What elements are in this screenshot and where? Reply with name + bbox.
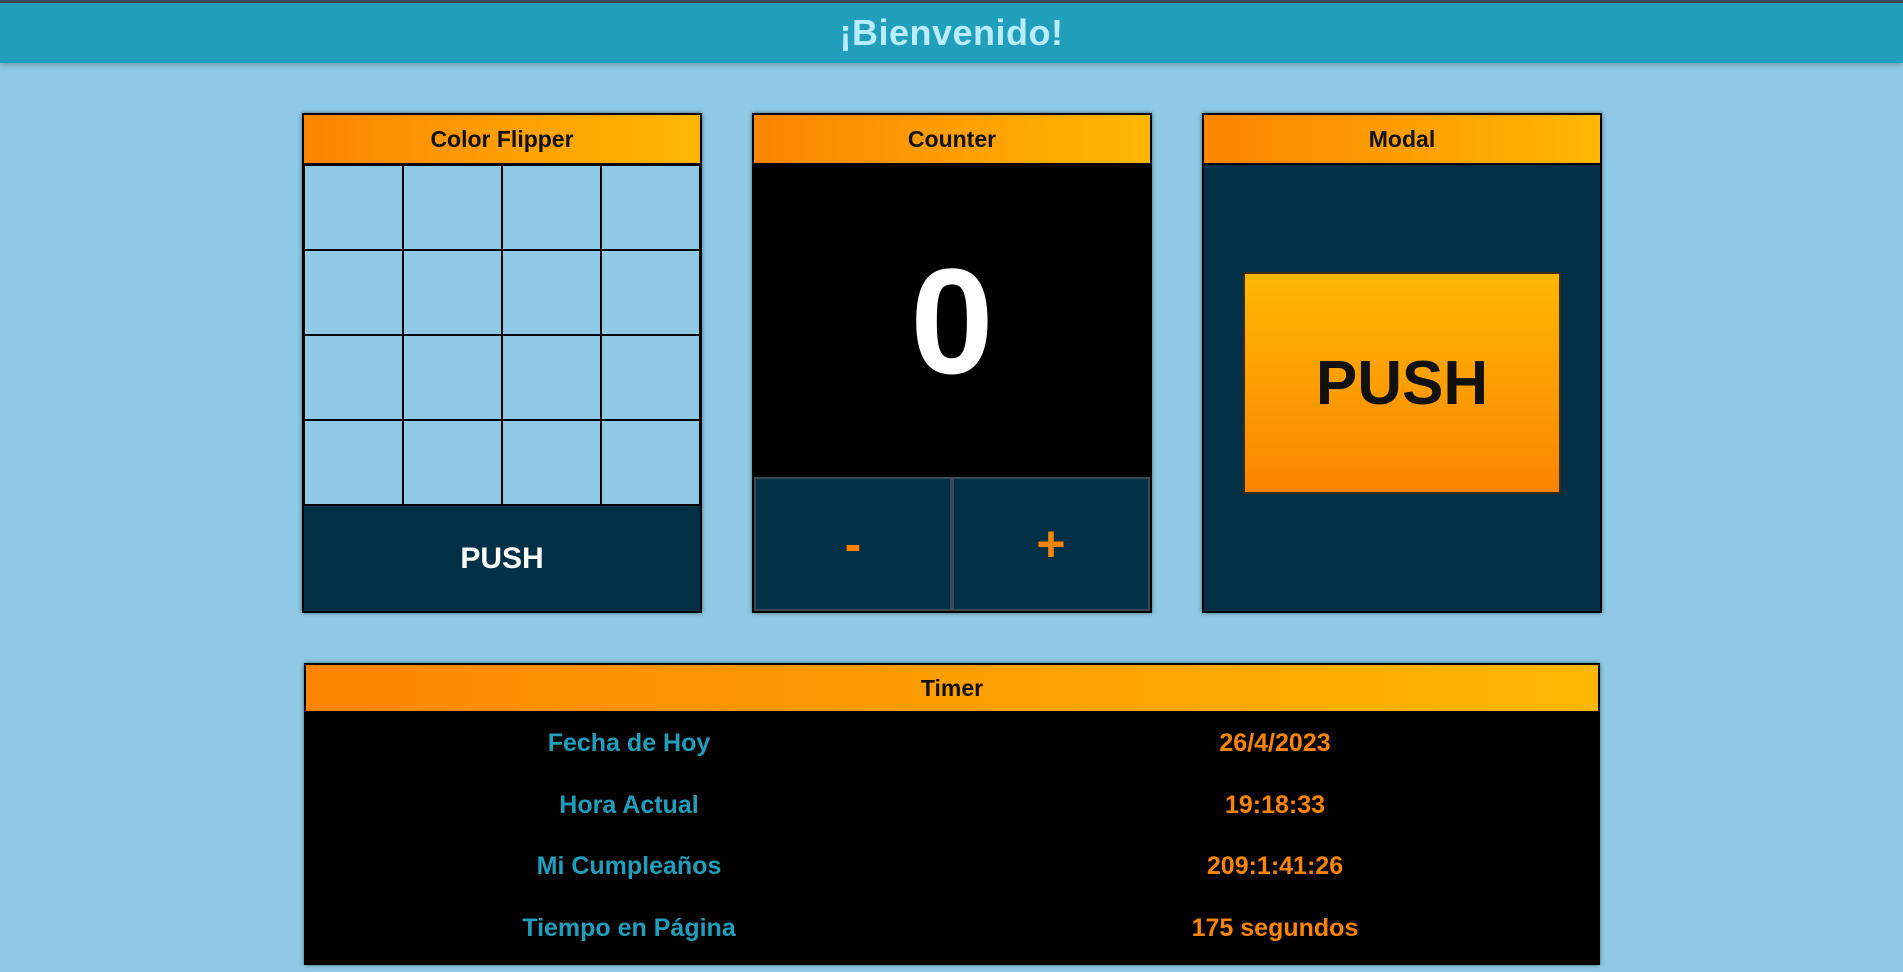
- counter-value: 0: [754, 165, 1150, 477]
- timer-title: Timer: [306, 665, 1598, 713]
- timer-label: Mi Cumpleaños: [536, 852, 722, 881]
- counter-title: Counter: [754, 115, 1150, 165]
- timer-row-page-time: Tiempo en Página 175 segundos: [306, 898, 1598, 960]
- color-cell: [502, 165, 601, 250]
- modal-card: Modal PUSH: [1202, 113, 1602, 613]
- timer-value: 175 segundos: [1191, 913, 1359, 942]
- color-cell: [403, 335, 502, 420]
- timer-label: Fecha de Hoy: [547, 729, 711, 758]
- decrement-button[interactable]: -: [754, 477, 952, 611]
- counter-buttons: - +: [754, 477, 1150, 611]
- timer-label: Hora Actual: [559, 790, 699, 819]
- color-flipper-push-button[interactable]: PUSH: [304, 505, 700, 611]
- counter-card: Counter 0 - +: [752, 113, 1152, 613]
- color-cell: [403, 420, 502, 505]
- page-title: ¡Bienvenido!: [839, 12, 1064, 53]
- timer-row-date: Fecha de Hoy 26/4/2023: [306, 713, 1598, 775]
- color-cell: [304, 250, 403, 335]
- timer-value: 19:18:33: [1224, 790, 1326, 819]
- timer-panel: Timer Fecha de Hoy 26/4/2023 Hora Actual…: [304, 663, 1600, 965]
- modal-title: Modal: [1204, 115, 1600, 165]
- increment-button[interactable]: +: [952, 477, 1150, 611]
- color-cell: [601, 250, 700, 335]
- timer-rows: Fecha de Hoy 26/4/2023 Hora Actual 19:18…: [306, 713, 1598, 959]
- timer-row-birthday: Mi Cumpleaños 209:1:41:26: [306, 836, 1598, 898]
- timer-value: 209:1:41:26: [1206, 852, 1344, 881]
- color-flipper-title: Color Flipper: [304, 115, 700, 165]
- color-cell: [502, 250, 601, 335]
- timer-value: 26/4/2023: [1219, 729, 1331, 758]
- modal-push-button[interactable]: PUSH: [1243, 272, 1561, 494]
- timer-label: Tiempo en Página: [522, 913, 736, 942]
- color-cell: [601, 165, 700, 250]
- color-cell: [502, 420, 601, 505]
- color-cell: [601, 420, 700, 505]
- color-grid: [304, 165, 700, 505]
- timer-row-time: Hora Actual 19:18:33: [306, 775, 1598, 837]
- color-cell: [304, 165, 403, 250]
- color-cell: [601, 335, 700, 420]
- color-cell: [304, 420, 403, 505]
- modal-body: PUSH: [1204, 165, 1600, 611]
- color-flipper-card: Color Flipper PUSH: [302, 113, 702, 613]
- color-cell: [403, 250, 502, 335]
- top-header-bar: ¡Bienvenido!: [0, 0, 1903, 63]
- color-cell: [403, 165, 502, 250]
- color-cell: [502, 335, 601, 420]
- color-cell: [304, 335, 403, 420]
